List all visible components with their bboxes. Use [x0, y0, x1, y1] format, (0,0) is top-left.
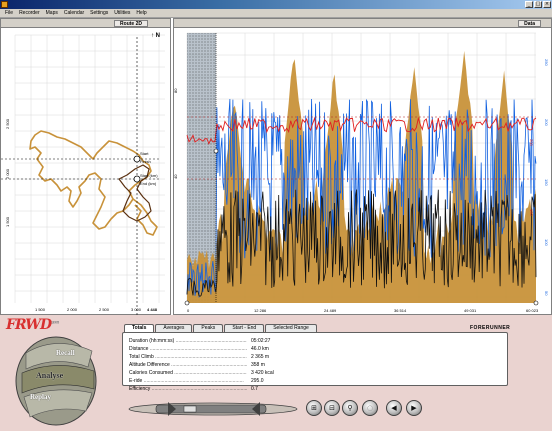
- stat-label: E-ride: [129, 377, 247, 385]
- range-end-marker[interactable]: [533, 300, 539, 306]
- frwd-logo: FRWD2008: [6, 317, 59, 333]
- tab-start-end[interactable]: Start - End: [224, 324, 265, 332]
- data-graph-panel: Data 0 12 286 24 489 36 514 49 031 60 02…: [173, 18, 552, 315]
- heart-rate-line: [186, 116, 537, 145]
- stat-value: 2 365 m: [251, 354, 270, 360]
- route-y-tick: 2 000: [5, 168, 10, 179]
- graph-right-tick: 150: [544, 179, 549, 186]
- stat-label: Calories Consumed: [129, 369, 247, 377]
- stat-value: 295.0: [251, 378, 264, 384]
- menu-settings[interactable]: Settings: [87, 9, 111, 18]
- route-track: [29, 130, 152, 230]
- menu-calendar[interactable]: Calendar: [61, 9, 87, 18]
- next-button[interactable]: ▶: [406, 400, 422, 416]
- stats-table: Duration (hh:mm:ss) 05:02:27 Distance 46.0 …: [122, 332, 508, 392]
- graph-x-tick: 60 023: [526, 308, 539, 313]
- device-brand: FORERUNNER: [470, 325, 511, 331]
- stat-row: Duration (hh:mm:ss) 05:02:27: [129, 337, 501, 345]
- finish-label: Finish: [140, 159, 151, 164]
- graph-left-tick: 40: [174, 174, 178, 179]
- cursor-marker[interactable]: [213, 148, 219, 154]
- graph-x-tick: 24 489: [324, 308, 337, 313]
- zoom-in-button[interactable]: ⊞: [306, 400, 322, 416]
- route-y-tick: 1 500: [5, 216, 10, 227]
- stat-label: Altitude Difference: [129, 361, 247, 369]
- disabled-button[interactable]: ○: [362, 400, 378, 416]
- menu-utilities[interactable]: Utilities: [111, 9, 133, 18]
- route-2d-panel: Route 2D Start Finish Start (km) End (km…: [0, 18, 171, 315]
- stat-row: Efficiency 0.7: [129, 385, 501, 393]
- stat-row: E-ride 295.0: [129, 377, 501, 385]
- graph-x-axis: 0 12 286 24 489 36 514 49 031 60 023: [187, 308, 539, 313]
- zoom-range-button[interactable]: ⊟: [324, 400, 340, 416]
- tab-totals[interactable]: Totals: [124, 324, 155, 332]
- stats-tabs: Totals Averages Peaks Start - End Select…: [124, 324, 318, 332]
- graph-right-tick: 100: [544, 239, 549, 246]
- graph-x-tick: 0: [187, 308, 190, 313]
- prev-button[interactable]: ◀: [386, 400, 402, 416]
- tab-peaks[interactable]: Peaks: [193, 324, 224, 332]
- graph-right-tick-hr: 200: [529, 139, 534, 146]
- graph-x-tick: 12 286: [254, 308, 267, 313]
- range-start-marker[interactable]: [184, 300, 190, 306]
- stat-row: Distance 46.0 km: [129, 345, 501, 353]
- route-x-tick: 2 500: [99, 307, 110, 312]
- stat-label: Distance: [129, 345, 247, 353]
- analyse-button[interactable]: Analyse: [36, 371, 63, 380]
- stat-value: 3 420 kcal: [251, 370, 274, 376]
- app-icon: [1, 1, 8, 8]
- recall-button[interactable]: Recall: [56, 349, 75, 357]
- graph-right-tick-hr: 150: [529, 209, 534, 216]
- stat-label: Duration (hh:mm:ss): [129, 337, 247, 345]
- route-grid: [14, 34, 165, 303]
- route-y-tick: 2 500: [5, 118, 10, 129]
- north-arrow-icon: ↑ N: [151, 33, 160, 39]
- mode-selector: Recall Analyse Replay: [12, 333, 104, 429]
- playback-slider[interactable]: [128, 398, 298, 420]
- stat-value: 05:02:27: [251, 338, 271, 344]
- menu-recorder[interactable]: Recorder: [16, 9, 43, 18]
- menu-file[interactable]: File: [2, 9, 16, 18]
- replay-button[interactable]: Replay: [30, 393, 51, 401]
- graph-right-tick: 250: [544, 59, 549, 66]
- graph-x-tick: 49 031: [464, 308, 477, 313]
- stat-value: 358 m: [251, 362, 265, 368]
- menu-help[interactable]: Help: [133, 9, 149, 18]
- stat-value: 46.0 km: [251, 346, 269, 352]
- stat-row: Altitude Difference 358 m: [129, 361, 501, 369]
- graph-panel-title[interactable]: Data: [518, 20, 541, 27]
- stat-label: Total Climb: [129, 353, 247, 361]
- stat-label: Efficiency: [129, 385, 247, 393]
- graph-x-tick: 36 514: [394, 308, 407, 313]
- graph-right-tick: 50: [544, 291, 549, 296]
- route-x-tick: 2 000: [67, 307, 78, 312]
- route-marker-label: 4 448: [147, 307, 158, 312]
- route-x-tick: 3 000: [131, 307, 142, 312]
- menu-maps[interactable]: Maps: [43, 9, 61, 18]
- search-button[interactable]: ⚲: [342, 400, 358, 416]
- slider-thumb[interactable]: [183, 405, 197, 413]
- start-label: Start: [140, 151, 149, 156]
- bottom-console: FRWD2008 Recall Analyse Replay Totals Av…: [0, 315, 552, 431]
- graph-right-tick: 200: [544, 119, 549, 126]
- tab-selected-range[interactable]: Selected Range: [265, 324, 317, 332]
- tab-averages[interactable]: Averages: [155, 324, 193, 332]
- route-x-tick: 1 500: [35, 307, 46, 312]
- stat-value: 0.7: [251, 386, 258, 392]
- stat-row: Total Climb 2 365 m: [129, 353, 501, 361]
- minimize-button[interactable]: _: [525, 1, 533, 8]
- graph-left-tick: 80: [174, 88, 178, 93]
- menu-bar: File Recorder Maps Calendar Settings Uti…: [0, 9, 552, 18]
- close-button[interactable]: ×: [543, 1, 551, 8]
- maximize-button[interactable]: □: [534, 1, 542, 8]
- route-panel-title[interactable]: Route 2D: [114, 20, 148, 27]
- start-km-label: Start (km): [140, 173, 158, 178]
- app-window: _ □ × File Recorder Maps Calendar Settin…: [0, 0, 552, 431]
- end-km-label: End (km): [140, 181, 157, 186]
- stat-row: Calories Consumed 3 420 kcal: [129, 369, 501, 377]
